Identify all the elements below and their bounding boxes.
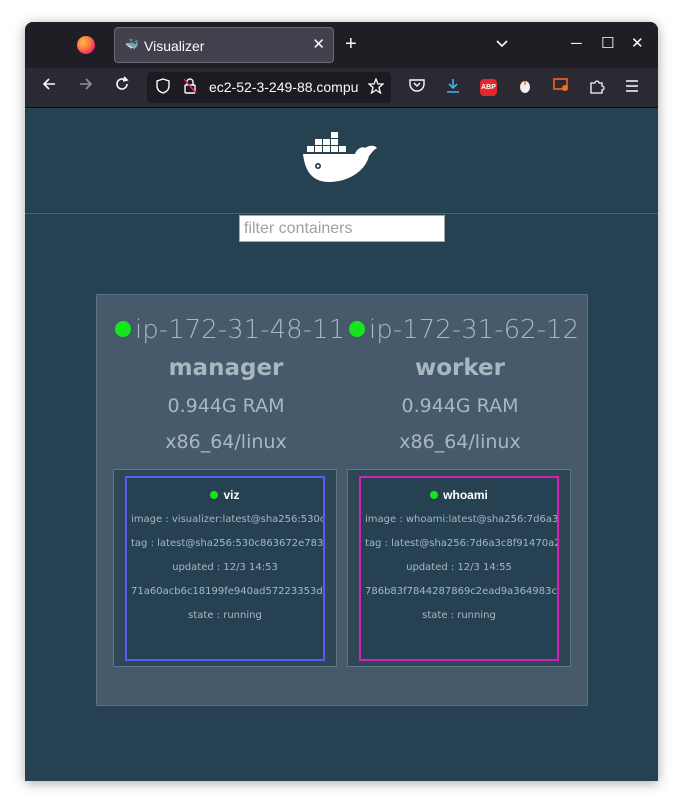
container-name: whoami [443,488,488,502]
menu-hamburger-icon[interactable] [625,78,639,96]
browser-window: 🐳 Visualizer ✕ + ─ ☐ ✕ ec2-52-3-249-88.c… [25,22,658,781]
container-card-viz[interactable]: viz image : visualizer:latest@sha256:530… [125,476,325,661]
node-platform: x86_64/linux [165,431,287,453]
adblock-plus-icon[interactable]: ABP [480,79,497,96]
node-ram: 0.944G RAM [401,395,519,417]
docker-whale-logo-icon [303,132,377,182]
reload-button[interactable] [114,76,130,98]
header [25,108,658,214]
node-hostname: ip-172-31-62-12 [369,315,580,345]
extension-screen-icon[interactable] [553,78,569,96]
visualizer-page: ip-172-31-48-11 manager 0.944G RAM x86_6… [25,108,658,781]
forward-button[interactable] [78,76,94,98]
node-hostname: ip-172-31-48-11 [135,315,346,345]
container-id: 786b83f7844287869c2ead9a364983ce6a5 [365,586,557,597]
container-header: viz [127,488,323,502]
node-containers: whoami image : whoami:latest@sha256:7d6a… [347,469,571,667]
node-platform: x86_64/linux [399,431,521,453]
container-image: image : whoami:latest@sha256:7d6a3c8f914… [365,514,559,525]
insecure-lock-icon[interactable] [183,78,197,98]
tab-close-icon[interactable]: ✕ [312,36,325,54]
tracking-protection-shield-icon[interactable] [156,78,170,98]
new-tab-button[interactable]: + [345,33,357,55]
navigation-toolbar: ec2-52-3-249-88.compute-1.amazonaws.com … [25,68,658,108]
node-containers: viz image : visualizer:latest@sha256:530… [113,469,337,667]
node-manager: ip-172-31-48-11 manager 0.944G RAM x86_6… [97,295,345,675]
container-header: whoami [361,488,557,502]
node-role: worker [414,355,505,381]
back-button[interactable] [41,76,57,98]
node-status-dot [115,321,131,337]
docker-favicon-icon: 🐳 [125,39,139,51]
minimize-button[interactable]: ─ [571,34,582,54]
maximize-button[interactable]: ☐ [601,34,614,54]
node-role: manager [168,355,284,381]
container-tag: tag : latest@sha256:530c863672e7830d75 [131,538,324,549]
container-state: state : running [422,610,496,621]
node-header: ip-172-31-62-12 [349,313,581,345]
container-status-dot [430,491,439,499]
container-tag: tag : latest@sha256:7d6a3c8f91470a23ef [365,538,559,549]
swarm-cluster: ip-172-31-48-11 manager 0.944G RAM x86_6… [96,294,588,706]
extensions-puzzle-icon[interactable] [589,78,605,98]
container-image: image : visualizer:latest@sha256:530c863… [131,514,325,525]
extension-mouse-icon[interactable] [519,78,531,98]
close-window-button[interactable]: ✕ [631,34,644,54]
container-state: state : running [188,610,262,621]
node-status-dot [349,321,365,337]
list-all-tabs-icon[interactable] [495,36,509,52]
firefox-view-icon[interactable] [77,36,95,54]
tab-visualizer[interactable]: 🐳 Visualizer ✕ [114,27,334,63]
filter-containers-input[interactable] [239,215,445,242]
container-updated: updated : 12/3 14:55 [406,562,512,573]
container-status-dot [210,491,219,499]
downloads-icon[interactable] [445,78,461,98]
container-card-whoami[interactable]: whoami image : whoami:latest@sha256:7d6a… [359,476,559,661]
tab-title: Visualizer [144,38,205,54]
address-bar[interactable]: ec2-52-3-249-88.compute-1.amazonaws.com [147,72,391,103]
tab-bar: 🐳 Visualizer ✕ + ─ ☐ ✕ [25,22,658,68]
node-worker: ip-172-31-62-12 worker 0.944G RAM x86_64… [331,295,579,675]
container-updated: updated : 12/3 14:53 [172,562,278,573]
pocket-icon[interactable] [409,78,425,96]
node-header: ip-172-31-48-11 [115,313,347,345]
container-id: 71a60acb6c18199fe940ad57223353daa3b [131,586,323,597]
container-name: viz [223,488,240,502]
node-ram: 0.944G RAM [167,395,285,417]
url-text[interactable]: ec2-52-3-249-88.compute-1.amazonaws.com [209,79,359,95]
bookmark-star-icon[interactable] [367,77,385,98]
